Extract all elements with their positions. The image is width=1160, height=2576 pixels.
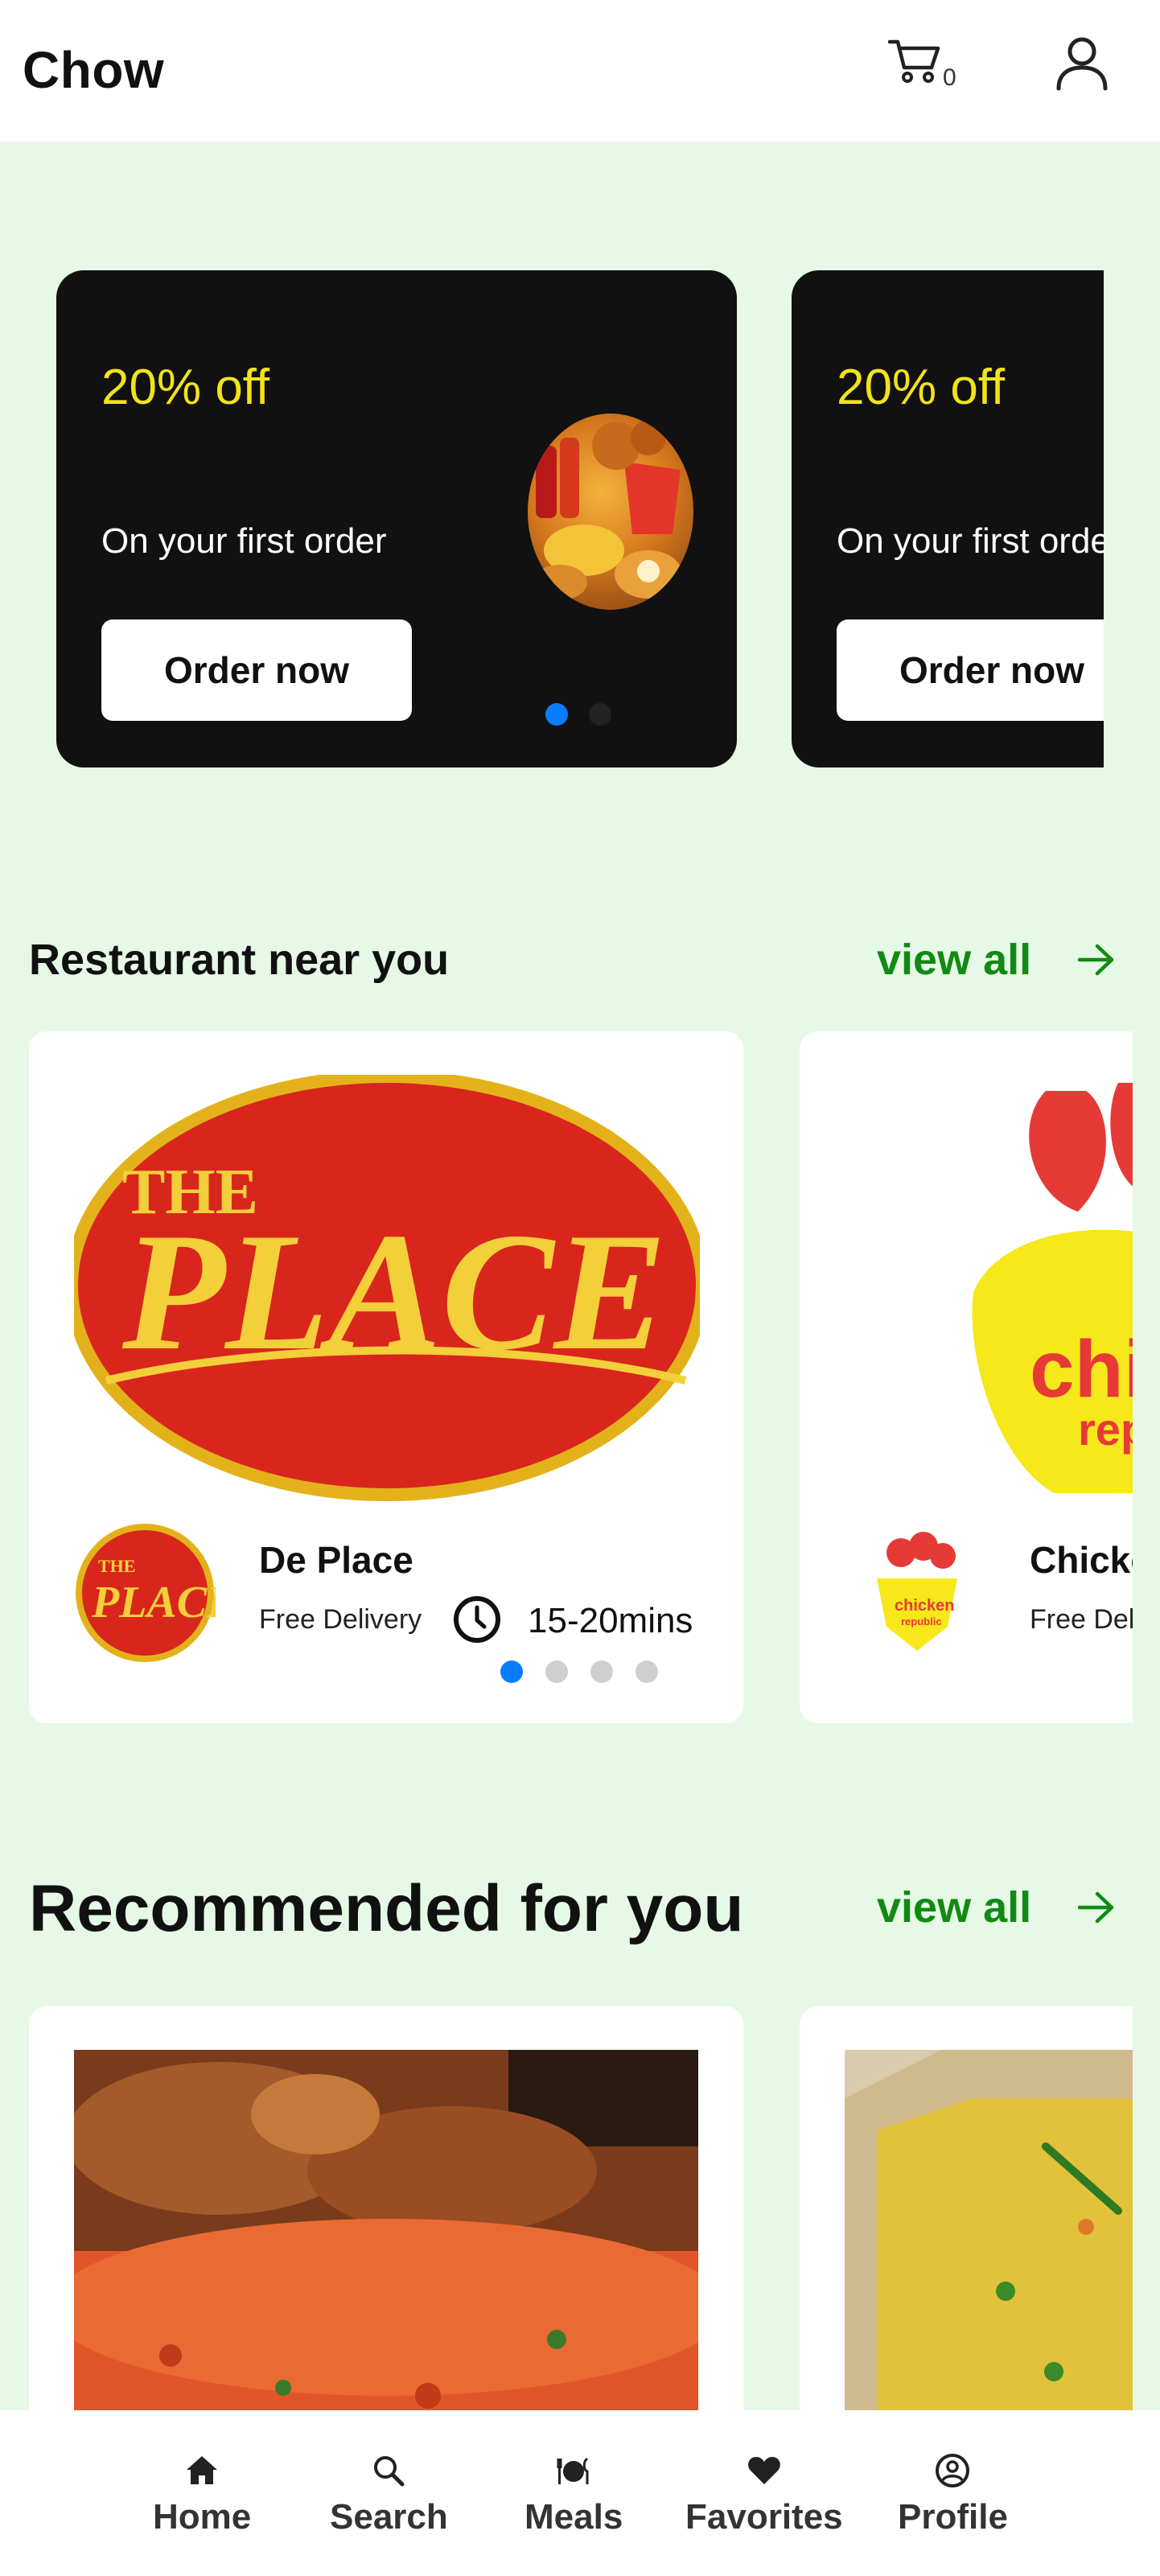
bottom-navigation: Home Search Meals Favorites Profile — [0, 2410, 1160, 2576]
restaurant-card[interactable]: chicken republic chicken republic Chicke… — [800, 1031, 1133, 1723]
restaurant-banner-image: chicken republic — [845, 1075, 1133, 1501]
meals-icon — [557, 2457, 589, 2484]
restaurant-banner-image: THE PLACE — [65, 1070, 709, 1501]
cart-count-badge: 0 — [943, 64, 956, 91]
nav-item-favorites[interactable]: Favorites — [685, 2452, 843, 2537]
nav-label: Search — [330, 2497, 448, 2537]
recommended-section-title: Recommended for you — [29, 1872, 744, 1945]
account-button[interactable] — [1054, 35, 1110, 92]
meal-image — [845, 2050, 1133, 2452]
promo-card-next-clip: 20% off On your first order Order now — [792, 270, 1104, 767]
pagination-dot[interactable] — [590, 1660, 613, 1683]
nav-label: Profile — [898, 2497, 1008, 2537]
pagination-dot-active[interactable] — [545, 703, 568, 726]
nav-label: Meals — [524, 2497, 623, 2537]
restaurant-card-next-clip: chicken republic chicken republic Chicke… — [800, 1031, 1133, 1723]
delivery-time: 15-20mins — [528, 1601, 693, 1640]
restaurant-pagination — [500, 1660, 658, 1683]
svg-text:chicken: chicken — [1030, 1324, 1133, 1414]
svg-text:republic: republic — [1078, 1404, 1133, 1455]
home-icon — [187, 2456, 218, 2484]
svg-text:chicken: chicken — [895, 1597, 954, 1615]
svg-text:THE: THE — [98, 1556, 135, 1576]
order-now-button[interactable]: Order now — [101, 619, 412, 721]
restaurants-section-title: Restaurant near you — [29, 936, 450, 984]
user-icon — [1056, 37, 1108, 91]
top-header: Chow 0 — [0, 0, 1160, 142]
view-all-label: view all — [877, 936, 1032, 984]
nav-item-profile[interactable]: Profile — [898, 2452, 1008, 2537]
pagination-dot-active[interactable] — [500, 1660, 523, 1683]
promo-title: 20% off — [101, 360, 270, 415]
svg-text:PLACE: PLACE — [121, 1199, 667, 1385]
promo-subtitle: On your first order — [837, 521, 1104, 561]
nav-label: Home — [153, 2497, 252, 2537]
search-icon — [374, 2456, 405, 2487]
cart-icon — [887, 39, 940, 83]
pagination-dot[interactable] — [636, 1660, 658, 1683]
app-title: Chow — [23, 41, 165, 99]
nav-item-search[interactable]: Search — [330, 2452, 448, 2537]
promo-card[interactable]: 20% off On your first order Order now — [56, 270, 737, 767]
arrow-right-icon — [1078, 1891, 1114, 1924]
promo-food-image — [528, 414, 693, 610]
pagination-dot[interactable] — [589, 703, 611, 726]
restaurant-logo: chicken republic — [845, 1522, 986, 1664]
restaurant-card[interactable]: THE PLACE THE PLACE De Place Free Delive… — [29, 1031, 743, 1723]
restaurant-name: Chicken Republic — [1030, 1539, 1133, 1581]
nav-item-meals[interactable]: Meals — [524, 2452, 623, 2537]
promo-pagination — [545, 703, 611, 726]
cart-button[interactable]: 0 — [887, 37, 965, 93]
promo-title: 20% off — [837, 360, 1006, 415]
view-all-label: view all — [877, 1883, 1032, 1932]
restaurants-view-all-link[interactable]: view all — [877, 935, 1115, 985]
profile-icon — [936, 2454, 970, 2488]
pagination-dot[interactable] — [545, 1660, 568, 1683]
restaurant-logo: THE PLACE — [74, 1522, 237, 1664]
order-now-button[interactable]: Order now — [837, 619, 1104, 721]
heart-icon — [747, 2457, 780, 2484]
nav-label: Favorites — [685, 2497, 843, 2537]
arrow-right-icon — [1078, 944, 1114, 976]
recommended-view-all-link[interactable]: view all — [877, 1883, 1115, 1932]
clock-icon — [454, 1596, 500, 1643]
restaurant-name: De Place — [259, 1539, 413, 1581]
svg-text:PLACE: PLACE — [91, 1578, 216, 1627]
meal-image — [50, 2050, 726, 2452]
delivery-info: Free Delivery — [1030, 1604, 1133, 1635]
promo-subtitle: On your first order — [101, 521, 387, 561]
promo-card[interactable]: 20% off On your first order Order now — [792, 270, 1104, 767]
delivery-info: Free Delivery — [259, 1604, 422, 1635]
svg-text:republic: republic — [901, 1615, 942, 1627]
nav-item-home[interactable]: Home — [153, 2452, 251, 2537]
